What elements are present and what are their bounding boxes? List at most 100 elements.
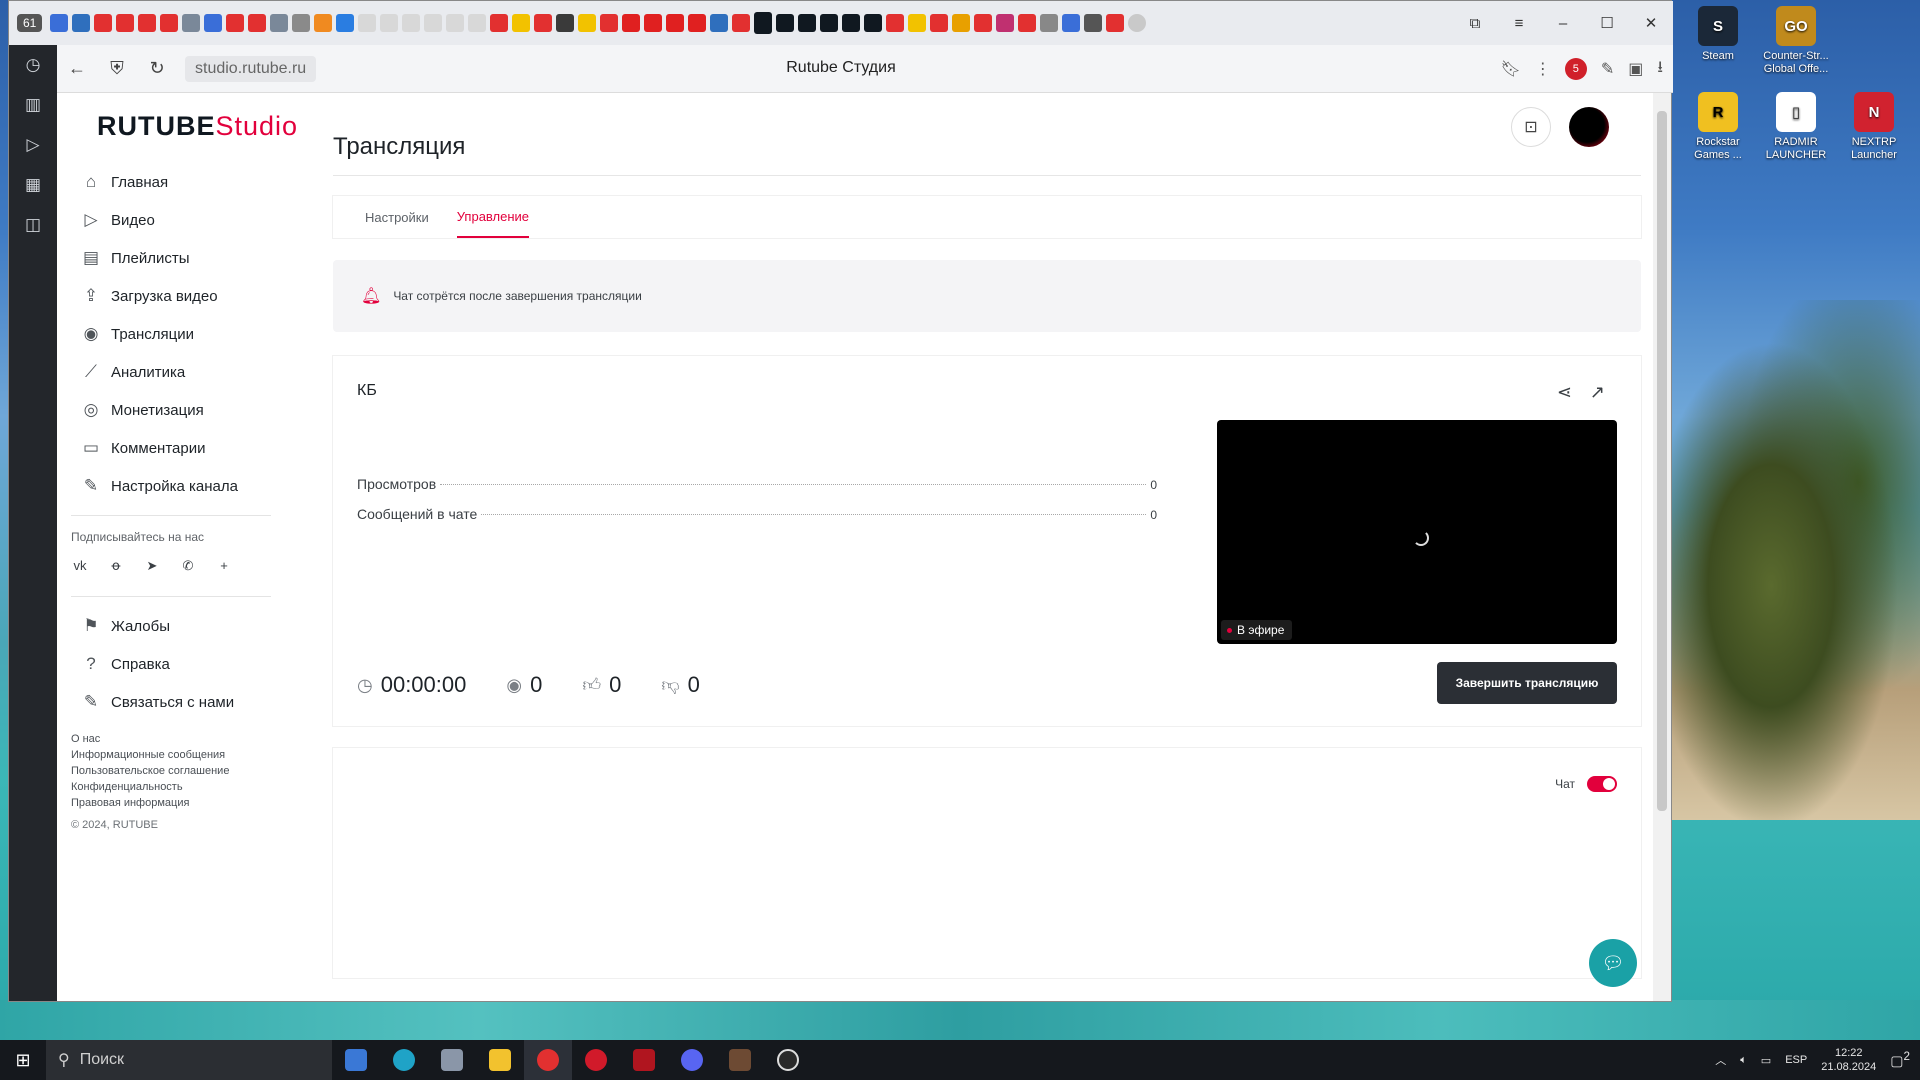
tab-count-badge[interactable]: 61 (17, 14, 43, 32)
sidebar-item-home[interactable]: ⌂ Главная (71, 163, 286, 201)
browser-tab[interactable] (1062, 14, 1081, 32)
back-icon[interactable]: ← (57, 58, 97, 79)
browser-tab[interactable] (94, 14, 113, 32)
desktop-icon-radmir[interactable]: ▯ RADMIR LAUNCHER (1758, 92, 1834, 170)
notifications-icon[interactable]: ▢2 (1890, 1050, 1910, 1070)
browser-tab[interactable] (886, 14, 905, 32)
desktop-icon-csgo[interactable]: GO Counter-Str... Global Offe... (1758, 6, 1834, 84)
sidebar-item-help[interactable]: ? Справка (71, 645, 286, 683)
bookmark-tab-icon[interactable]: ⧉ (1453, 15, 1497, 32)
browser-tab[interactable] (732, 14, 751, 32)
minimize-icon[interactable]: – (1541, 15, 1585, 32)
sidebar-item-contact[interactable]: ✎ Связаться с нами (71, 683, 286, 721)
browser-tab[interactable] (314, 14, 333, 32)
new-tab-icon[interactable] (1128, 14, 1147, 32)
browser-tab[interactable] (424, 14, 443, 32)
browser-tab[interactable] (468, 14, 487, 32)
browser-tab[interactable] (358, 14, 377, 32)
volume-icon[interactable]: 🔈︎ (1740, 1054, 1747, 1067)
browser-tab[interactable] (72, 14, 91, 32)
external-link-icon[interactable]: ↗ (1590, 382, 1605, 403)
browser-tab[interactable] (160, 14, 179, 32)
maximize-icon[interactable]: ☐ (1585, 14, 1629, 32)
plus-icon[interactable]: + (215, 558, 233, 574)
taskbar-app-yandex[interactable] (524, 1040, 572, 1080)
footer-link-legal[interactable]: Правовая информация (71, 795, 286, 811)
extension-badge[interactable]: 5 (1564, 58, 1587, 80)
play-icon[interactable]: ▷ (9, 125, 57, 165)
download-icon[interactable]: ⭳ (1657, 56, 1663, 83)
camera-icon[interactable]: ◫ (9, 205, 57, 245)
language-indicator[interactable]: ESP (1785, 1054, 1807, 1066)
browser-tab[interactable] (204, 14, 223, 32)
footer-link-about[interactable]: О нас (71, 731, 286, 747)
browser-tab[interactable] (248, 14, 267, 32)
desktop-icon-nextrp[interactable]: N NEXTRP Launcher (1836, 92, 1912, 170)
browser-tab[interactable] (1040, 14, 1059, 32)
sidebar-item-channel-settings[interactable]: ✎ Настройка канала (71, 467, 286, 505)
browser-tab[interactable] (930, 14, 949, 32)
browser-tab[interactable] (226, 14, 245, 32)
rutube-logo[interactable]: RUTUBEStudio (97, 111, 298, 142)
protect-icon[interactable]: ⛨ (97, 58, 137, 79)
browser-tab[interactable] (336, 14, 355, 32)
browser-tab[interactable] (402, 14, 421, 32)
browser-tab[interactable] (952, 14, 971, 32)
footer-link-info[interactable]: Информационные сообщения (71, 747, 286, 763)
share-icon[interactable]: ⋖ (1557, 382, 1572, 403)
desktop-icon-steam[interactable]: S Steam (1680, 6, 1756, 84)
sidebar-item-playlists[interactable]: ▤ Плейлисты (71, 239, 286, 277)
browser-tab[interactable] (50, 14, 69, 32)
browser-tab[interactable] (842, 14, 861, 32)
chat-switch[interactable] (1587, 776, 1617, 792)
page-scrollbar[interactable] (1653, 93, 1671, 1001)
taskbar-app-store[interactable] (332, 1040, 380, 1080)
browser-tab[interactable] (138, 14, 157, 32)
browser-tab[interactable] (380, 14, 399, 32)
footer-link-privacy[interactable]: Конфиденциальность (71, 779, 286, 795)
browser-tab[interactable] (556, 14, 575, 32)
browser-tab[interactable] (644, 14, 663, 32)
close-icon[interactable]: ✕ (1629, 14, 1673, 32)
taskbar-app-explorer[interactable] (476, 1040, 524, 1080)
browser-tab[interactable] (908, 14, 927, 32)
browser-tab[interactable] (864, 14, 883, 32)
browser-tab[interactable] (116, 14, 135, 32)
desktop-icon-rockstar[interactable]: R Rockstar Games ... (1680, 92, 1756, 170)
browser-tab[interactable] (688, 14, 707, 32)
browser-tab[interactable] (534, 14, 553, 32)
more-icon[interactable]: ⋮ (1535, 59, 1551, 79)
browser-tab[interactable] (798, 14, 817, 32)
history-icon[interactable]: ◷ (9, 45, 57, 85)
browser-tab[interactable] (578, 14, 597, 32)
taskbar-app-launcher[interactable] (716, 1040, 764, 1080)
sidebar-item-comments[interactable]: ▭ Комментарии (71, 429, 286, 467)
telegram-icon[interactable]: ➤ (143, 558, 161, 574)
browser-tab[interactable] (1106, 14, 1125, 32)
browser-tab[interactable] (1018, 14, 1037, 32)
browser-tab[interactable] (974, 14, 993, 32)
browser-tab[interactable] (776, 14, 795, 32)
browser-tab-active[interactable] (754, 12, 773, 34)
sidebar-item-analytics[interactable]: ⟋ Аналитика (71, 353, 286, 391)
taskbar-app-edge[interactable] (380, 1040, 428, 1080)
sidebar-item-monetization[interactable]: ◎ Монетизация (71, 391, 286, 429)
sidebar-item-upload[interactable]: ⇪ Загрузка видео (71, 277, 286, 315)
end-stream-button[interactable]: Завершить трансляцию (1437, 662, 1617, 704)
browser-tab[interactable] (446, 14, 465, 32)
browser-tab[interactable] (710, 14, 729, 32)
clock[interactable]: 12:22 21.08.2024 (1821, 1046, 1876, 1074)
ok-icon[interactable]: ꝋ (107, 558, 125, 574)
windows-start-icon[interactable]: ⊞ (0, 1050, 46, 1071)
counter-icon[interactable]: ▦ (9, 165, 57, 205)
sidebar-item-video[interactable]: ▷ Видео (71, 201, 286, 239)
sidebar-item-broadcasts[interactable]: ◉ Трансляции (71, 315, 286, 353)
menu-icon[interactable]: ≡ (1497, 15, 1541, 32)
taskbar-app-discord[interactable] (668, 1040, 716, 1080)
url-field[interactable]: studio.rutube.ru (185, 55, 317, 82)
taskbar-app-game[interactable] (620, 1040, 668, 1080)
taskbar-search[interactable]: ⚲ Поиск (46, 1040, 332, 1080)
browser-tab[interactable] (820, 14, 839, 32)
tabs-icon[interactable]: ▥ (9, 85, 57, 125)
taskbar-app-files[interactable] (428, 1040, 476, 1080)
